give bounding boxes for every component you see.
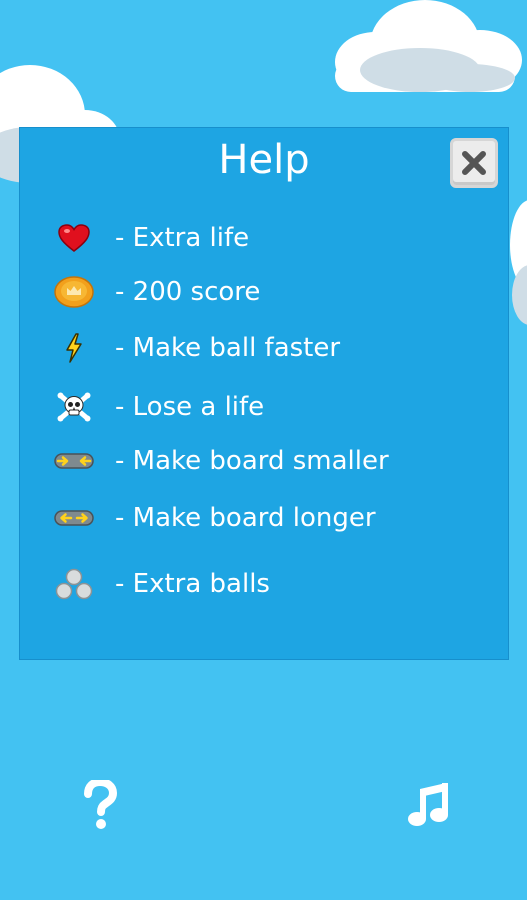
close-button[interactable] xyxy=(450,138,498,188)
help-item-label: - Make board longer xyxy=(115,503,376,533)
help-item-label: - Extra balls xyxy=(115,569,270,599)
help-item-label: - Make board smaller xyxy=(115,446,389,476)
help-item-label: - Make ball faster xyxy=(115,333,341,363)
help-button[interactable] xyxy=(78,778,122,832)
extend-board-icon xyxy=(52,496,96,540)
music-toggle-button[interactable] xyxy=(404,778,452,830)
skull-crossbones-icon xyxy=(52,385,96,429)
close-x-icon xyxy=(462,151,486,175)
music-note-icon xyxy=(408,783,448,826)
lightning-icon xyxy=(52,326,96,370)
help-item-200-score: - 200 score xyxy=(20,270,508,314)
help-item-extra-balls: - Extra balls xyxy=(20,562,508,606)
help-dialog: Help - Extra life - 200 score - Make bal… xyxy=(19,127,509,660)
cloud-top-right xyxy=(335,0,522,92)
help-item-label: - Lose a life xyxy=(115,392,265,422)
three-balls-icon xyxy=(52,562,96,606)
help-item-faster-ball: - Make ball faster xyxy=(20,326,508,370)
shrink-board-icon xyxy=(52,439,96,483)
help-item-smaller-board: - Make board smaller xyxy=(20,439,508,483)
help-item-label: - 200 score xyxy=(115,277,261,307)
help-item-longer-board: - Make board longer xyxy=(20,496,508,540)
help-item-label: - Extra life xyxy=(115,223,250,253)
heart-icon xyxy=(52,216,96,260)
help-item-extra-life: - Extra life xyxy=(20,216,508,260)
coin-icon xyxy=(52,270,96,314)
help-item-lose-life: - Lose a life xyxy=(20,385,508,429)
question-mark-icon xyxy=(84,780,117,829)
dialog-title: Help xyxy=(218,137,310,183)
